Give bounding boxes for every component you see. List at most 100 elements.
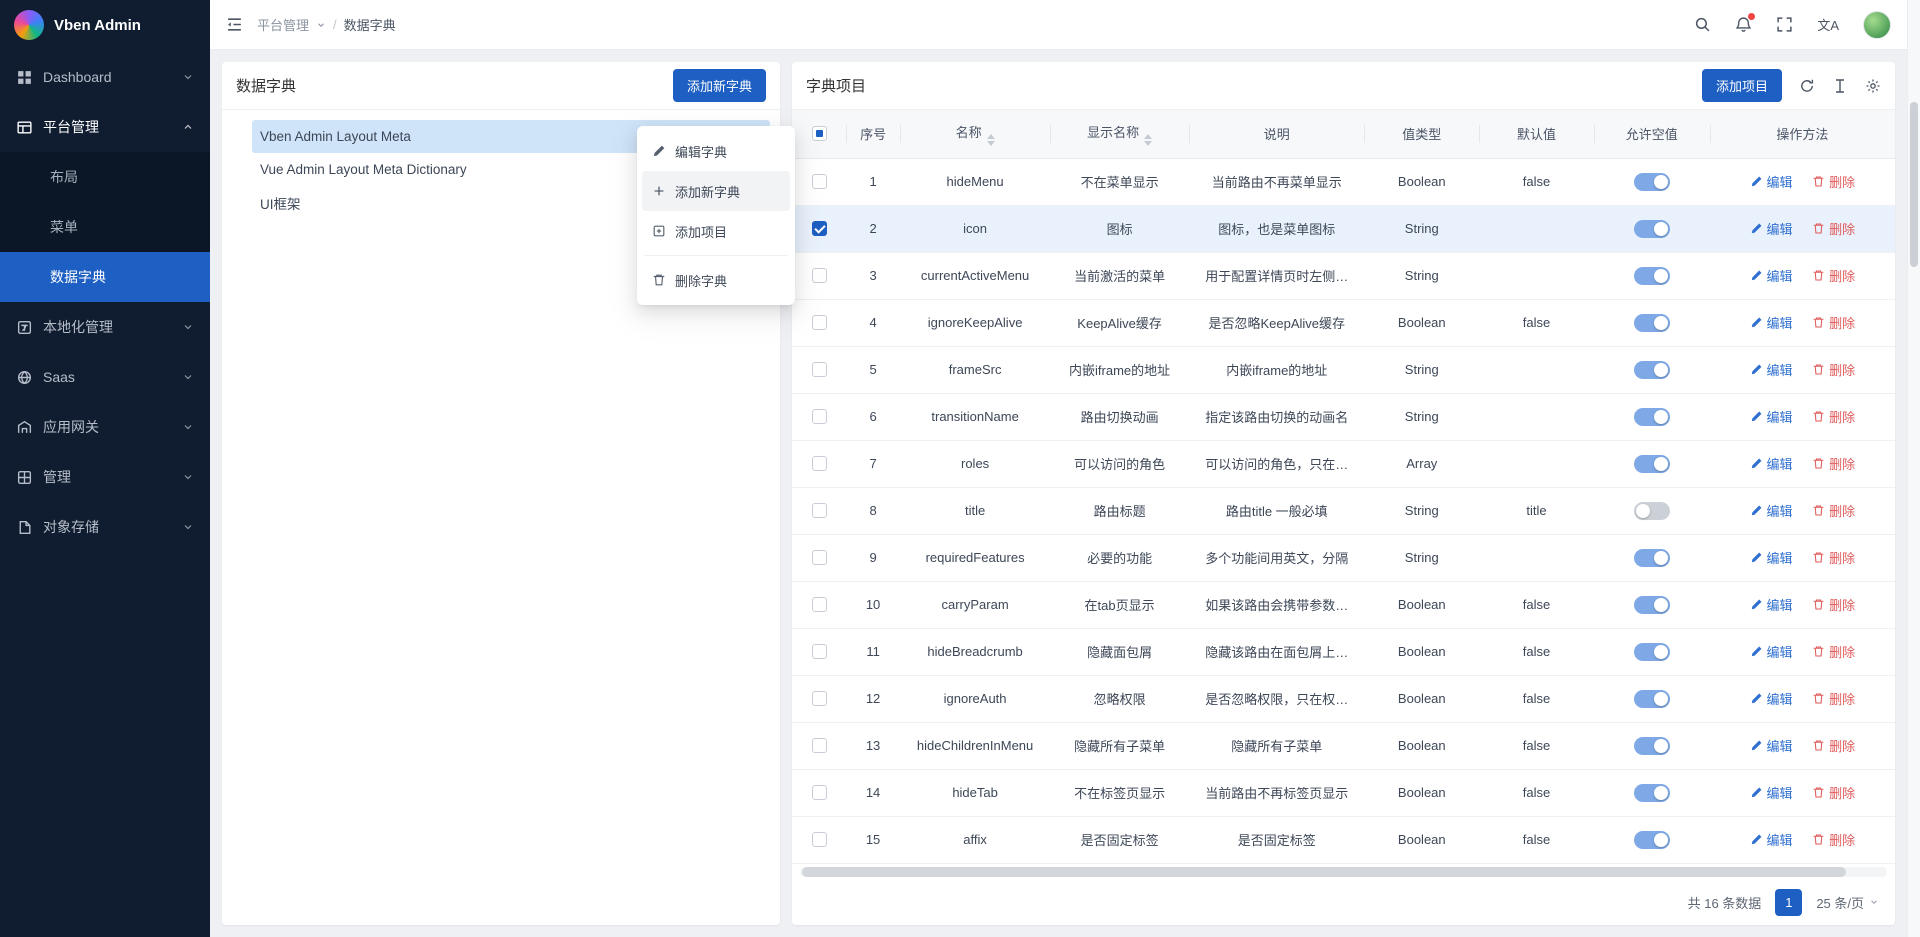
allow-empty-toggle[interactable]: [1634, 690, 1670, 708]
sort-icon[interactable]: [1144, 134, 1152, 146]
select-all-checkbox[interactable]: [812, 126, 827, 141]
delete-button[interactable]: 删除: [1812, 595, 1855, 614]
breadcrumb-item[interactable]: 平台管理: [257, 15, 309, 34]
allow-empty-toggle[interactable]: [1634, 220, 1670, 238]
row-checkbox[interactable]: [812, 174, 827, 189]
delete-button[interactable]: 删除: [1812, 360, 1855, 379]
app-logo[interactable]: Vben Admin: [0, 0, 210, 50]
allow-empty-toggle[interactable]: [1634, 831, 1670, 849]
sidebar-item-data-dictionary[interactable]: 数据字典: [0, 252, 210, 302]
row-checkbox[interactable]: [812, 456, 827, 471]
allow-empty-toggle[interactable]: [1634, 455, 1670, 473]
delete-button[interactable]: 删除: [1812, 689, 1855, 708]
delete-button[interactable]: 删除: [1812, 172, 1855, 191]
edit-button[interactable]: 编辑: [1750, 783, 1793, 802]
context-menu-delete-dictionary[interactable]: 删除字典: [642, 260, 790, 300]
sort-icon[interactable]: [987, 134, 995, 146]
allow-empty-toggle[interactable]: [1634, 314, 1670, 332]
edit-button[interactable]: 编辑: [1750, 360, 1793, 379]
row-checkbox[interactable]: [812, 221, 827, 236]
delete-button[interactable]: 删除: [1812, 454, 1855, 473]
edit-button[interactable]: 编辑: [1750, 501, 1793, 520]
delete-button[interactable]: 删除: [1812, 548, 1855, 567]
edit-button[interactable]: 编辑: [1750, 219, 1793, 238]
row-checkbox[interactable]: [812, 268, 827, 283]
context-menu-add-dictionary[interactable]: 添加新字典: [642, 171, 790, 211]
allow-empty-toggle[interactable]: [1634, 408, 1670, 426]
row-checkbox[interactable]: [812, 550, 827, 565]
sidebar-item-object-storage[interactable]: 对象存储: [0, 502, 210, 552]
cell-value-type: String: [1364, 205, 1479, 252]
sidebar-item-gateway[interactable]: 应用网关: [0, 402, 210, 452]
context-menu-edit-dictionary[interactable]: 编辑字典: [642, 131, 790, 171]
edit-button[interactable]: 编辑: [1750, 595, 1793, 614]
row-checkbox[interactable]: [812, 738, 827, 753]
delete-button[interactable]: 删除: [1812, 642, 1855, 661]
edit-button[interactable]: 编辑: [1750, 548, 1793, 567]
user-avatar[interactable]: [1863, 11, 1891, 39]
sidebar-item-platform[interactable]: 平台管理: [0, 102, 210, 152]
allow-empty-toggle[interactable]: [1634, 737, 1670, 755]
refresh-icon[interactable]: [1799, 78, 1815, 94]
edit-button[interactable]: 编辑: [1750, 736, 1793, 755]
page-size-select[interactable]: 25 条/页: [1816, 893, 1879, 912]
row-checkbox[interactable]: [812, 785, 827, 800]
allow-empty-toggle[interactable]: [1634, 267, 1670, 285]
edit-button[interactable]: 编辑: [1750, 830, 1793, 849]
delete-button[interactable]: 删除: [1812, 313, 1855, 332]
allow-empty-toggle[interactable]: [1634, 361, 1670, 379]
row-height-icon[interactable]: [1832, 78, 1848, 94]
row-checkbox[interactable]: [812, 503, 827, 518]
sidebar-item-saas[interactable]: Saas: [0, 352, 210, 402]
allow-empty-toggle[interactable]: [1634, 502, 1670, 520]
edit-button[interactable]: 编辑: [1750, 689, 1793, 708]
row-checkbox[interactable]: [812, 691, 827, 706]
horizontal-scrollbar-thumb[interactable]: [802, 867, 1846, 877]
allow-empty-toggle[interactable]: [1634, 549, 1670, 567]
delete-button[interactable]: 删除: [1812, 266, 1855, 285]
add-dictionary-button[interactable]: 添加新字典: [673, 69, 766, 102]
sidebar-item-dashboard[interactable]: Dashboard: [0, 52, 210, 102]
sidebar-item-management[interactable]: 管理: [0, 452, 210, 502]
row-checkbox[interactable]: [812, 644, 827, 659]
context-menu-add-item[interactable]: 添加项目: [642, 211, 790, 251]
collapse-sidebar-icon[interactable]: [226, 16, 243, 33]
search-icon[interactable]: [1694, 16, 1711, 33]
delete-button[interactable]: 删除: [1812, 407, 1855, 426]
translate-icon[interactable]: 文A: [1817, 15, 1839, 34]
fullscreen-icon[interactable]: [1776, 16, 1793, 33]
allow-empty-toggle[interactable]: [1634, 596, 1670, 614]
sidebar-item-layout[interactable]: 布局: [0, 152, 210, 202]
edit-button[interactable]: 编辑: [1750, 266, 1793, 285]
allow-empty-toggle[interactable]: [1634, 784, 1670, 802]
add-item-button[interactable]: 添加项目: [1702, 69, 1782, 102]
vertical-scrollbar-thumb[interactable]: [1910, 102, 1918, 267]
table-row: 10 carryParam 在tab页显示 如果该路由会携带参数… Boolea…: [792, 581, 1895, 628]
edit-button[interactable]: 编辑: [1750, 407, 1793, 426]
delete-button[interactable]: 删除: [1812, 736, 1855, 755]
table-settings-gear-icon[interactable]: [1865, 78, 1881, 94]
edit-button[interactable]: 编辑: [1750, 642, 1793, 661]
trash-icon: [1812, 551, 1825, 564]
sidebar-item-menu[interactable]: 菜单: [0, 202, 210, 252]
row-checkbox[interactable]: [812, 315, 827, 330]
vertical-scrollbar[interactable]: [1907, 0, 1920, 937]
allow-empty-toggle[interactable]: [1634, 173, 1670, 191]
delete-button[interactable]: 删除: [1812, 783, 1855, 802]
delete-button[interactable]: 删除: [1812, 219, 1855, 238]
horizontal-scrollbar[interactable]: [800, 867, 1887, 877]
row-checkbox[interactable]: [812, 597, 827, 612]
notifications-bell-icon[interactable]: [1735, 16, 1752, 33]
row-checkbox[interactable]: [812, 362, 827, 377]
allow-empty-toggle[interactable]: [1634, 643, 1670, 661]
row-checkbox[interactable]: [812, 832, 827, 847]
delete-button[interactable]: 删除: [1812, 830, 1855, 849]
cell-description: 多个功能间用英文，分隔: [1189, 534, 1364, 581]
edit-button[interactable]: 编辑: [1750, 313, 1793, 332]
row-checkbox[interactable]: [812, 409, 827, 424]
sidebar-item-localization[interactable]: 本地化管理: [0, 302, 210, 352]
edit-button[interactable]: 编辑: [1750, 172, 1793, 191]
edit-button[interactable]: 编辑: [1750, 454, 1793, 473]
delete-button[interactable]: 删除: [1812, 501, 1855, 520]
page-number-button[interactable]: 1: [1775, 889, 1802, 916]
